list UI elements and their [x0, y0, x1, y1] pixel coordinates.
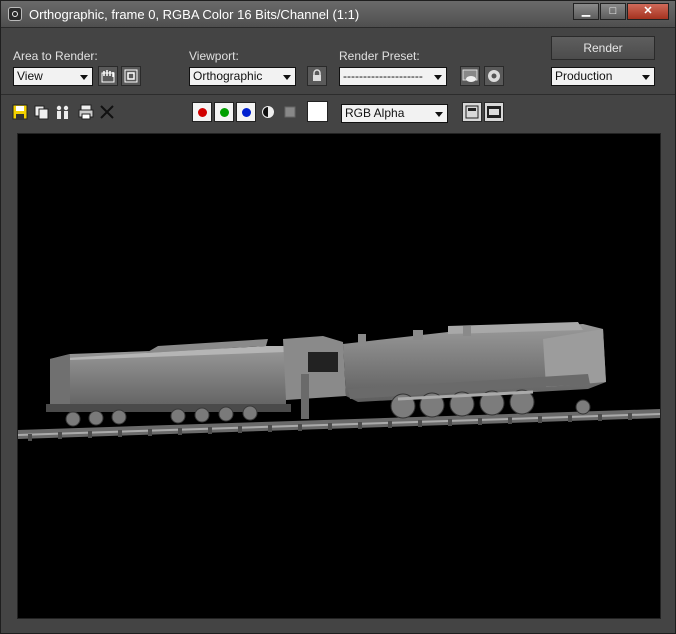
display-alpha-button[interactable] [484, 102, 504, 122]
render-button[interactable]: Render [551, 36, 655, 60]
chevron-down-icon [435, 112, 443, 117]
rendered-frame-window: Orthographic, frame 0, RGBA Color 16 Bit… [0, 0, 676, 634]
blue-channel-button[interactable] [236, 102, 256, 122]
minimize-button[interactable]: ▁ [573, 3, 599, 20]
chevron-down-icon [283, 75, 291, 80]
tender-car [46, 339, 291, 427]
teapot-icon [462, 69, 478, 82]
render-viewport[interactable] [17, 133, 661, 619]
chevron-down-icon [80, 75, 88, 80]
viewport-value: Orthographic [193, 69, 263, 83]
maximize-button[interactable]: □ [600, 3, 626, 20]
lock-viewport-button[interactable] [307, 66, 327, 86]
save-icon[interactable] [12, 104, 28, 120]
print-icon[interactable] [78, 104, 94, 120]
channel-display-dropdown[interactable]: RGB Alpha [341, 104, 448, 123]
render-preset-value: -------------------- [343, 69, 423, 83]
auto-region-icon [124, 69, 138, 83]
environment-button[interactable] [484, 66, 504, 86]
copy-icon[interactable] [33, 104, 49, 120]
environment-icon [488, 70, 500, 82]
render-setup-button[interactable] [460, 66, 480, 86]
display-toggle-icon [465, 105, 479, 119]
app-icon[interactable] [8, 7, 22, 21]
render-preset-dropdown[interactable]: -------------------- [339, 67, 447, 86]
blue-channel-icon [242, 108, 251, 117]
area-to-render-label: Area to Render: [13, 49, 98, 63]
production-value: Production [555, 69, 613, 83]
clear-icon[interactable] [99, 104, 115, 120]
chevron-down-icon [642, 75, 650, 80]
viewport-dropdown[interactable]: Orthographic [189, 67, 296, 86]
green-channel-icon [220, 108, 229, 117]
alpha-icon[interactable] [282, 104, 298, 120]
red-channel-icon [198, 108, 207, 117]
window-title: Orthographic, frame 0, RGBA Color 16 Bit… [29, 7, 360, 22]
chevron-down-icon [434, 75, 442, 80]
edit-region-icon [101, 70, 115, 83]
divider [1, 94, 675, 95]
viewport-label: Viewport: [189, 49, 239, 63]
area-to-render-value: View [17, 69, 43, 83]
rendered-locomotive-image [18, 322, 660, 441]
production-dropdown[interactable]: Production [551, 67, 655, 86]
locomotive-cab [283, 336, 346, 419]
locomotive-boiler [343, 322, 606, 402]
auto-region-button[interactable] [121, 66, 141, 86]
lock-icon [313, 69, 321, 81]
color-swatch[interactable] [307, 101, 328, 122]
green-channel-button[interactable] [214, 102, 234, 122]
edit-region-button[interactable] [98, 66, 118, 86]
mono-icon[interactable] [260, 104, 276, 120]
display-alpha-icon [487, 106, 501, 118]
clone-icon[interactable] [55, 104, 71, 120]
area-to-render-dropdown[interactable]: View [13, 67, 93, 86]
red-channel-button[interactable] [192, 102, 212, 122]
render-preset-label: Render Preset: [339, 49, 420, 63]
title-bar[interactable]: Orthographic, frame 0, RGBA Color 16 Bit… [1, 1, 675, 28]
channel-display-value: RGB Alpha [345, 106, 405, 120]
close-button[interactable]: ✕ [627, 3, 669, 20]
toggle-toolbar-button[interactable] [462, 102, 482, 122]
